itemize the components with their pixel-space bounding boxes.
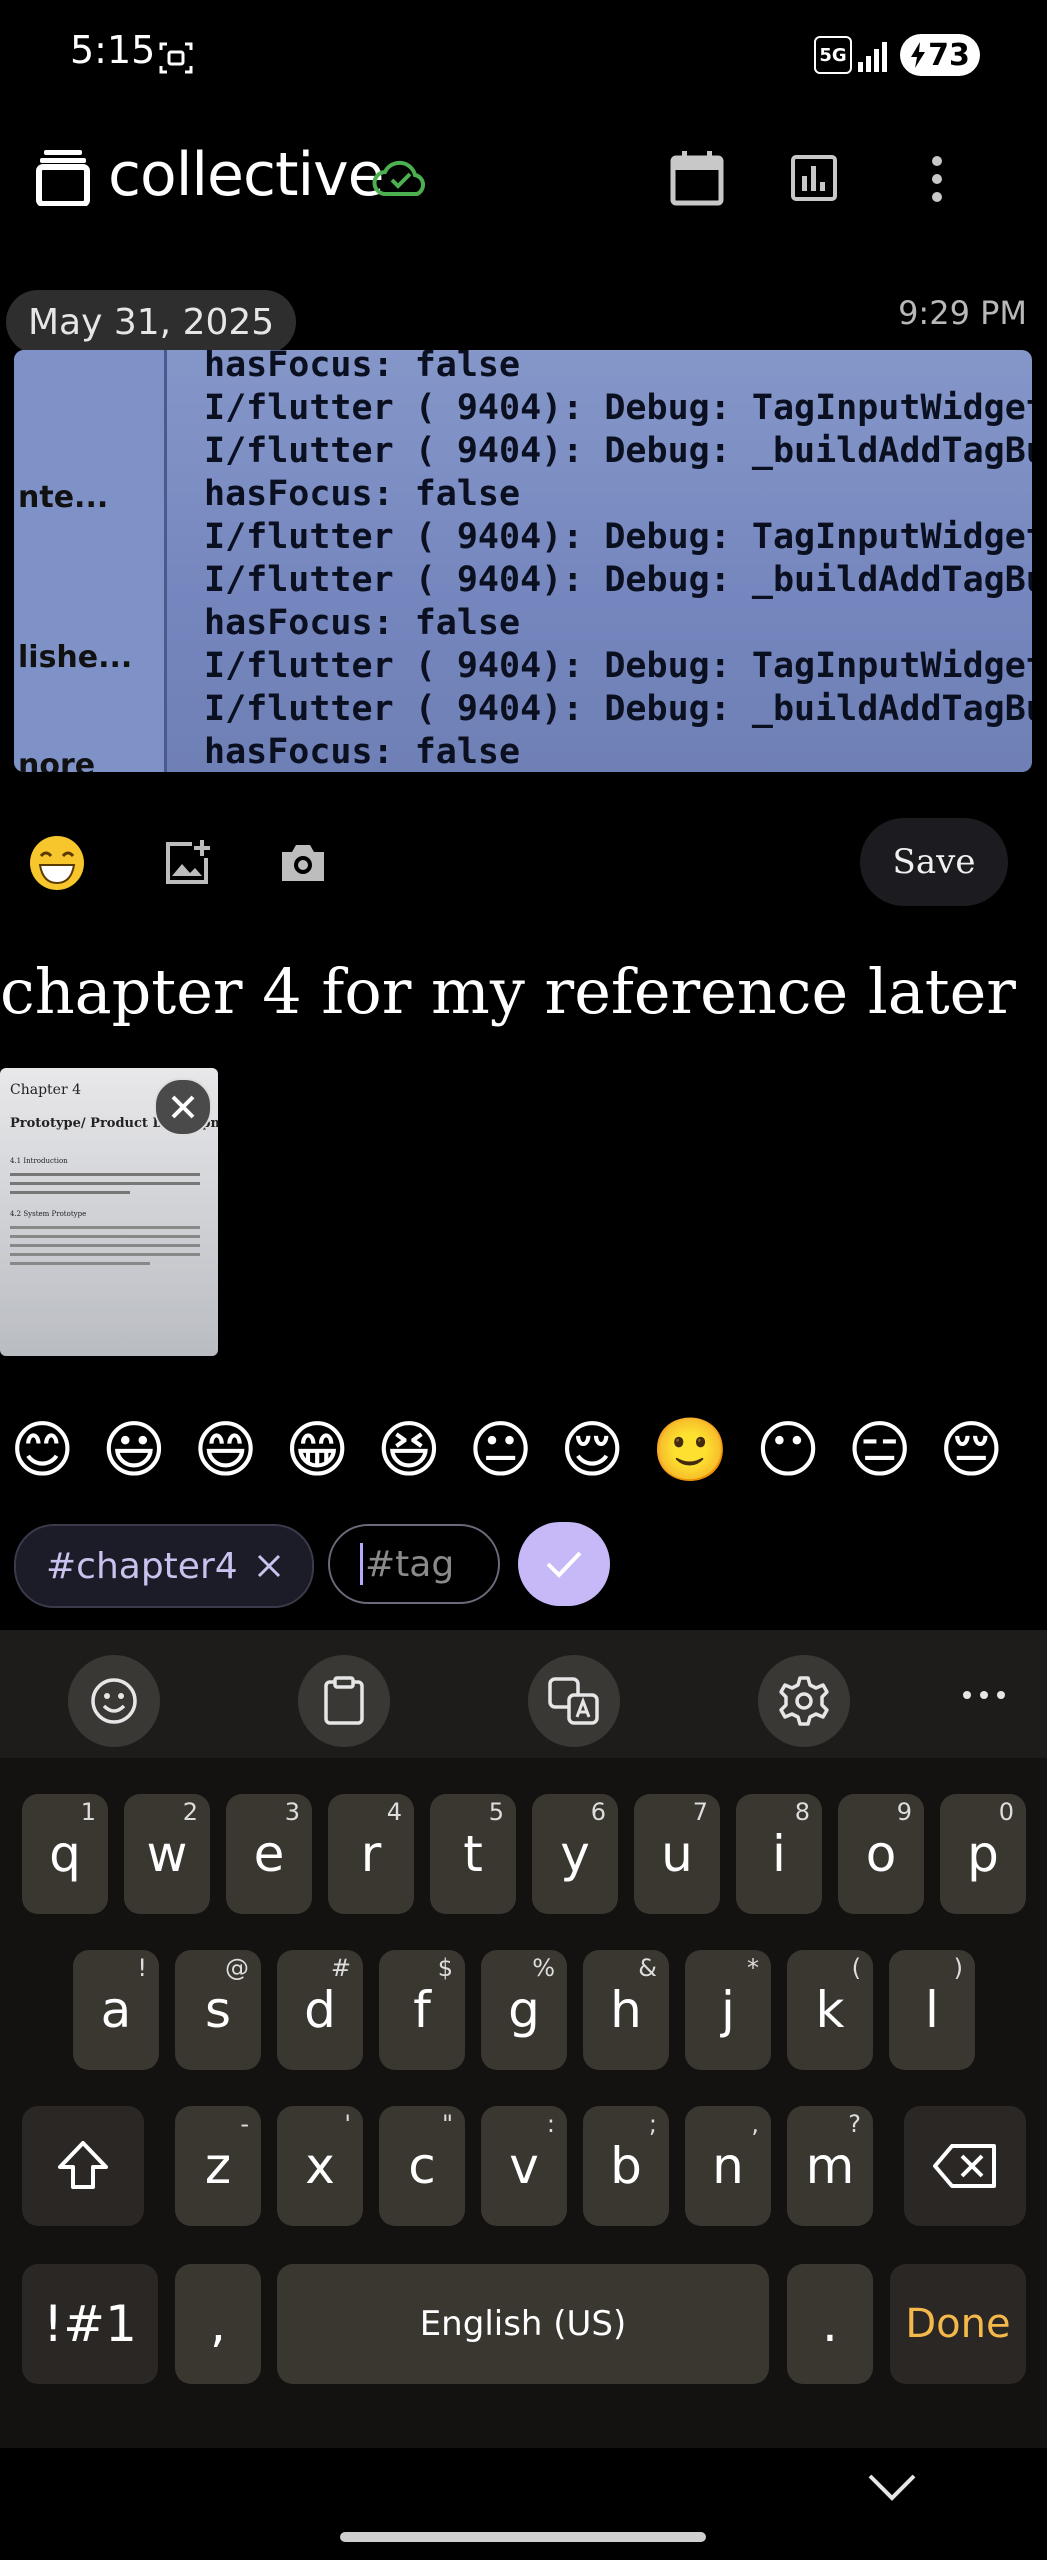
key-r[interactable]: 4r bbox=[328, 1794, 414, 1914]
emoji-option[interactable]: 😐 bbox=[468, 1412, 533, 1488]
key-k[interactable]: (k bbox=[787, 1950, 873, 2070]
home-indicator[interactable] bbox=[340, 2532, 706, 2542]
settings-icon[interactable] bbox=[758, 1655, 850, 1747]
key-f[interactable]: $ f bbox=[379, 1950, 465, 2070]
key-u[interactable]: 7u bbox=[634, 1794, 720, 1914]
emoji-option[interactable]: 😔 bbox=[939, 1412, 1004, 1488]
emoji-option[interactable]: 😶 bbox=[756, 1412, 821, 1488]
key-w[interactable]: 2w bbox=[124, 1794, 210, 1914]
key-s[interactable]: @ s bbox=[175, 1950, 261, 2070]
attachment-lines bbox=[10, 1173, 200, 1194]
navigation-bar bbox=[0, 2448, 1047, 2560]
key-t[interactable]: 5t bbox=[430, 1794, 516, 1914]
emoji-grin-icon[interactable] bbox=[28, 834, 86, 892]
add-photo-icon[interactable] bbox=[162, 838, 212, 888]
key-i[interactable]: 8i bbox=[736, 1794, 822, 1914]
emoji-option[interactable]: 😊 bbox=[10, 1412, 75, 1488]
key-g[interactable]: % g bbox=[481, 1950, 567, 2070]
image-code-text: hasFocus: false I/flutter ( 9404): Debug:… bbox=[204, 350, 1032, 772]
key-q[interactable]: 1q bbox=[22, 1794, 108, 1914]
emoji-option[interactable]: 😆 bbox=[377, 1412, 442, 1488]
emoji-option[interactable]: 😃 bbox=[102, 1412, 167, 1488]
key-m[interactable]: ? m bbox=[787, 2106, 873, 2226]
key-e[interactable]: 3e bbox=[226, 1794, 312, 1914]
remove-attachment-button[interactable] bbox=[154, 1078, 212, 1136]
status-time: 5:15 bbox=[70, 28, 156, 72]
key-y[interactable]: 6y bbox=[532, 1794, 618, 1914]
comma-key[interactable]: , bbox=[175, 2264, 261, 2384]
network-type: 5G bbox=[814, 36, 852, 74]
save-button[interactable]: Save bbox=[860, 818, 1008, 906]
key-n[interactable]: ,n bbox=[685, 2106, 771, 2226]
key-l[interactable]: ) l bbox=[889, 1950, 975, 2070]
key-p[interactable]: 0p bbox=[940, 1794, 1026, 1914]
emoji-suggestion-row: 😊 😃 😄 😁 😆 😐 😌 🙂 😶 😑 😔 bbox=[10, 1412, 1004, 1488]
app-title: collective bbox=[108, 140, 385, 210]
calendar-icon[interactable] bbox=[670, 150, 724, 206]
done-key[interactable]: Done bbox=[890, 2264, 1026, 2384]
tag-input-placeholder: #tag bbox=[365, 1543, 455, 1585]
more-vert-icon[interactable] bbox=[930, 154, 944, 204]
key-v[interactable]: :v bbox=[481, 2106, 567, 2226]
keyboard: 1q 2w 3e 4r 5t 6y 7u 8i 9o 0p ! a @ s # d $… bbox=[0, 1758, 1047, 2448]
key-c[interactable]: " c bbox=[379, 2106, 465, 2226]
entry-image[interactable]: nte... lishe... nore hasFocus: false I/fl… bbox=[14, 350, 1032, 772]
confirm-tag-button[interactable] bbox=[518, 1522, 610, 1606]
key-a[interactable]: ! a bbox=[73, 1950, 159, 2070]
key-o[interactable]: 9o bbox=[838, 1794, 924, 1914]
entry-time: 9:29 PM bbox=[898, 294, 1027, 332]
attachment-lines bbox=[10, 1226, 200, 1265]
shift-key[interactable] bbox=[22, 2106, 144, 2226]
emoji-option[interactable]: 😄 bbox=[193, 1412, 258, 1488]
note-text[interactable]: chapter 4 for my reference later bbox=[0, 955, 1016, 1028]
screenshot-icon bbox=[158, 40, 194, 76]
close-icon[interactable] bbox=[256, 1553, 282, 1579]
shift-icon bbox=[58, 2141, 108, 2189]
check-icon bbox=[546, 1551, 582, 1578]
image-side-label: lishe... bbox=[18, 640, 133, 675]
image-side-label: nte... bbox=[18, 480, 109, 515]
key-j[interactable]: * j bbox=[685, 1950, 771, 2070]
keyboard-toolbar bbox=[0, 1630, 1047, 1758]
key-z[interactable]: -z bbox=[175, 2106, 261, 2226]
chart-icon[interactable] bbox=[790, 154, 838, 202]
camera-icon[interactable] bbox=[278, 842, 328, 884]
space-key[interactable]: English (US) bbox=[277, 2264, 769, 2384]
battery-charging-icon: 73 bbox=[900, 34, 980, 76]
translate-icon[interactable] bbox=[528, 1655, 620, 1747]
attachment-section: 4.2 System Prototype bbox=[10, 1210, 87, 1218]
text-caret bbox=[360, 1543, 363, 1585]
key-d[interactable]: # d bbox=[277, 1950, 363, 2070]
more-horiz-icon[interactable] bbox=[962, 1690, 1006, 1700]
tag-input[interactable]: #tag bbox=[328, 1524, 500, 1604]
symbols-key[interactable]: !#1 bbox=[22, 2264, 158, 2384]
tag-chip-label: #chapter4 bbox=[46, 1545, 238, 1587]
entry-date-chip[interactable]: May 31, 2025 bbox=[6, 290, 297, 354]
key-b[interactable]: ; b bbox=[583, 2106, 669, 2226]
signal-icon bbox=[856, 40, 890, 72]
emoji-icon[interactable] bbox=[68, 1655, 160, 1747]
key-h[interactable]: & h bbox=[583, 1950, 669, 2070]
backspace-icon bbox=[933, 2144, 996, 2188]
attachment-section: 4.1 Introduction bbox=[10, 1157, 68, 1165]
hide-keyboard-icon[interactable] bbox=[866, 2472, 918, 2502]
image-sidebar: nte... lishe... nore bbox=[14, 350, 167, 772]
cloud-synced-icon bbox=[372, 158, 430, 198]
battery-level: 73 bbox=[928, 37, 970, 73]
backspace-key[interactable] bbox=[904, 2106, 1026, 2226]
image-side-label: nore bbox=[18, 748, 96, 772]
emoji-option[interactable]: 😑 bbox=[847, 1412, 912, 1488]
journal-stack-icon bbox=[36, 148, 90, 206]
close-icon bbox=[171, 1095, 195, 1119]
emoji-option[interactable]: 😁 bbox=[285, 1412, 350, 1488]
clipboard-icon[interactable] bbox=[298, 1655, 390, 1747]
period-key[interactable]: . bbox=[787, 2264, 873, 2384]
emoji-option[interactable]: 🙂 bbox=[651, 1412, 728, 1488]
tag-chip[interactable]: #chapter4 bbox=[14, 1524, 314, 1608]
key-x[interactable]: ' x bbox=[277, 2106, 363, 2226]
emoji-option[interactable]: 😌 bbox=[560, 1412, 625, 1488]
